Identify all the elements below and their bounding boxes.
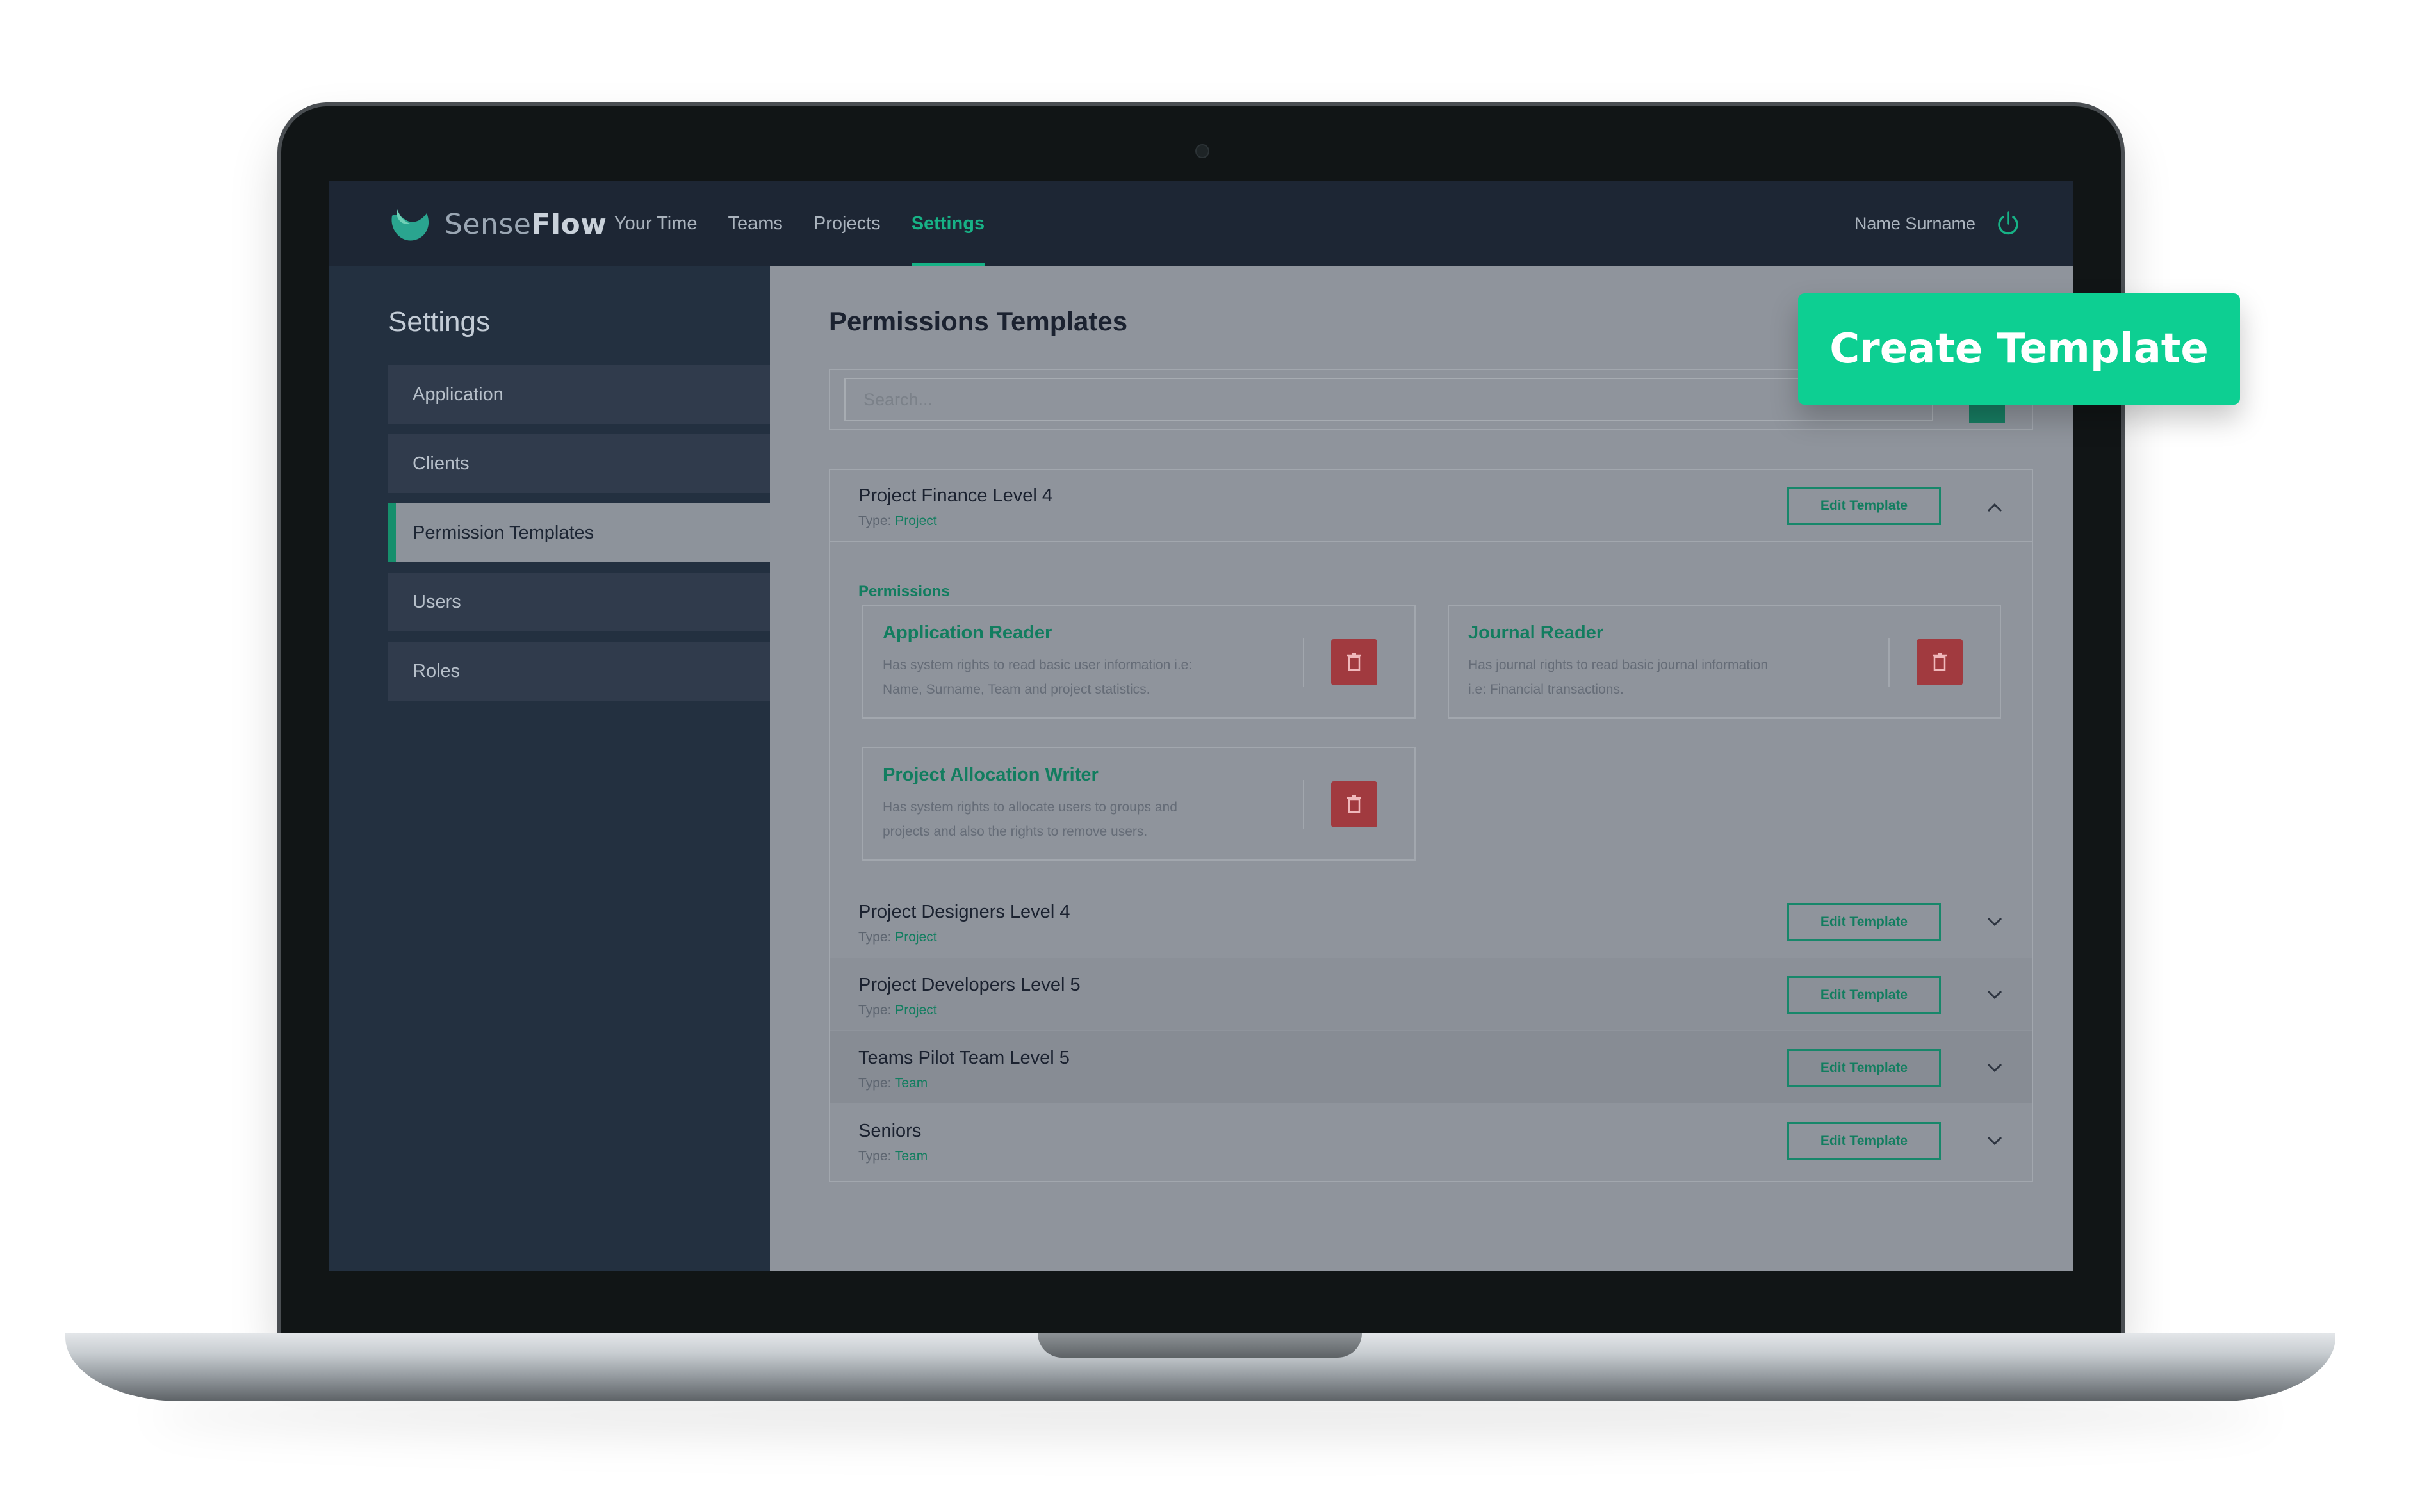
template-name: Seniors <box>858 1121 922 1141</box>
main-nav: Your Time Teams Projects Settings <box>614 181 985 266</box>
logo-text: SenseFlow <box>445 207 607 241</box>
card-separator <box>1303 638 1304 687</box>
senseflow-logo-icon <box>391 209 429 241</box>
chevron-up-icon[interactable] <box>1984 501 2005 514</box>
chevron-down-icon[interactable] <box>1984 916 2005 929</box>
delete-permission-button[interactable] <box>1331 639 1377 685</box>
search-input[interactable] <box>844 378 1933 421</box>
permission-description: Has system rights to read basic user inf… <box>883 658 1193 697</box>
card-separator <box>1303 780 1304 829</box>
template-row: Project Developers Level 5 Type: Project… <box>830 959 2032 1030</box>
template-row: Teams Pilot Team Level 5 Type: Team Edit… <box>830 1032 2032 1103</box>
permission-title: Journal Reader <box>1468 622 1604 643</box>
user-name[interactable]: Name Surname <box>1854 214 1975 234</box>
edit-template-button[interactable]: Edit Template <box>1787 487 1941 525</box>
permission-title: Project Allocation Writer <box>883 765 1099 785</box>
settings-sidebar: Settings Application Clients Permission … <box>329 266 770 1271</box>
trash-icon <box>1933 653 1947 671</box>
chevron-down-icon[interactable] <box>1984 989 2005 1002</box>
trash-icon <box>1347 795 1361 813</box>
template-name: Project Developers Level 5 <box>858 975 1081 995</box>
sidebar-item-application[interactable]: Application <box>388 365 770 424</box>
permission-title: Application Reader <box>883 622 1052 643</box>
sidebar-item-roles[interactable]: Roles <box>388 642 770 701</box>
template-name: Project Designers Level 4 <box>858 902 1070 922</box>
chevron-down-icon[interactable] <box>1984 1135 2005 1148</box>
template-type: Type: Project <box>858 930 937 945</box>
camera-icon <box>1195 144 1209 158</box>
trash-icon <box>1347 653 1361 671</box>
edit-template-button[interactable]: Edit Template <box>1787 1122 1941 1160</box>
permission-card: Application Reader Has system rights to … <box>862 605 1416 719</box>
permission-description: Has journal rights to read basic journal… <box>1468 658 1769 697</box>
nav-your-time[interactable]: Your Time <box>614 181 698 266</box>
template-row: Seniors Type: Team Edit Template <box>830 1105 2032 1176</box>
nav-teams[interactable]: Teams <box>728 181 783 266</box>
template-type: Type: Project <box>858 1003 937 1018</box>
sidebar-item-users[interactable]: Users <box>388 573 770 631</box>
sidebar-title: Settings <box>388 306 490 337</box>
template-name: Teams Pilot Team Level 5 <box>858 1048 1070 1068</box>
sidebar-item-clients[interactable]: Clients <box>388 434 770 493</box>
nav-projects[interactable]: Projects <box>814 181 881 266</box>
top-navigation: SenseFlow Your Time Teams Projects Setti… <box>329 181 2073 266</box>
power-icon[interactable] <box>1995 210 2022 237</box>
edit-template-button[interactable]: Edit Template <box>1787 903 1941 941</box>
nav-settings[interactable]: Settings <box>911 181 985 266</box>
logo[interactable]: SenseFlow <box>388 202 607 246</box>
user-area: Name Surname <box>1854 181 2022 266</box>
card-separator <box>1888 638 1890 687</box>
permission-description: Has system rights to allocate users to g… <box>883 800 1177 839</box>
laptop-notch <box>1038 1333 1362 1358</box>
template-type: Type: Team <box>858 1149 928 1164</box>
edit-template-button[interactable]: Edit Template <box>1787 1049 1941 1087</box>
page-title: Permissions Templates <box>829 306 1128 336</box>
templates-list: Project Finance Level 4 Type: Project Ed… <box>829 469 2033 1182</box>
template-type: Type: Team <box>858 1076 928 1091</box>
delete-permission-button[interactable] <box>1917 639 1963 685</box>
main-content: Permissions Templates Project Finance Le… <box>770 266 2073 1271</box>
template-row: Project Finance Level 4 Type: Project Ed… <box>830 470 2032 541</box>
permission-card: Project Allocation Writer Has system rig… <box>862 747 1416 861</box>
edit-template-button[interactable]: Edit Template <box>1787 976 1941 1014</box>
sidebar-item-permission-templates[interactable]: Permission Templates <box>388 503 770 562</box>
delete-permission-button[interactable] <box>1331 781 1377 827</box>
divider <box>830 541 2032 542</box>
template-type: Type: Project <box>858 514 937 528</box>
chevron-down-icon[interactable] <box>1984 1062 2005 1075</box>
template-name: Project Finance Level 4 <box>858 485 1053 506</box>
create-template-button[interactable]: Create Template <box>1798 293 2240 405</box>
permission-card: Journal Reader Has journal rights to rea… <box>1448 605 2001 719</box>
template-row: Project Designers Level 4 Type: Project … <box>830 886 2032 957</box>
permissions-label: Permissions <box>858 583 950 600</box>
